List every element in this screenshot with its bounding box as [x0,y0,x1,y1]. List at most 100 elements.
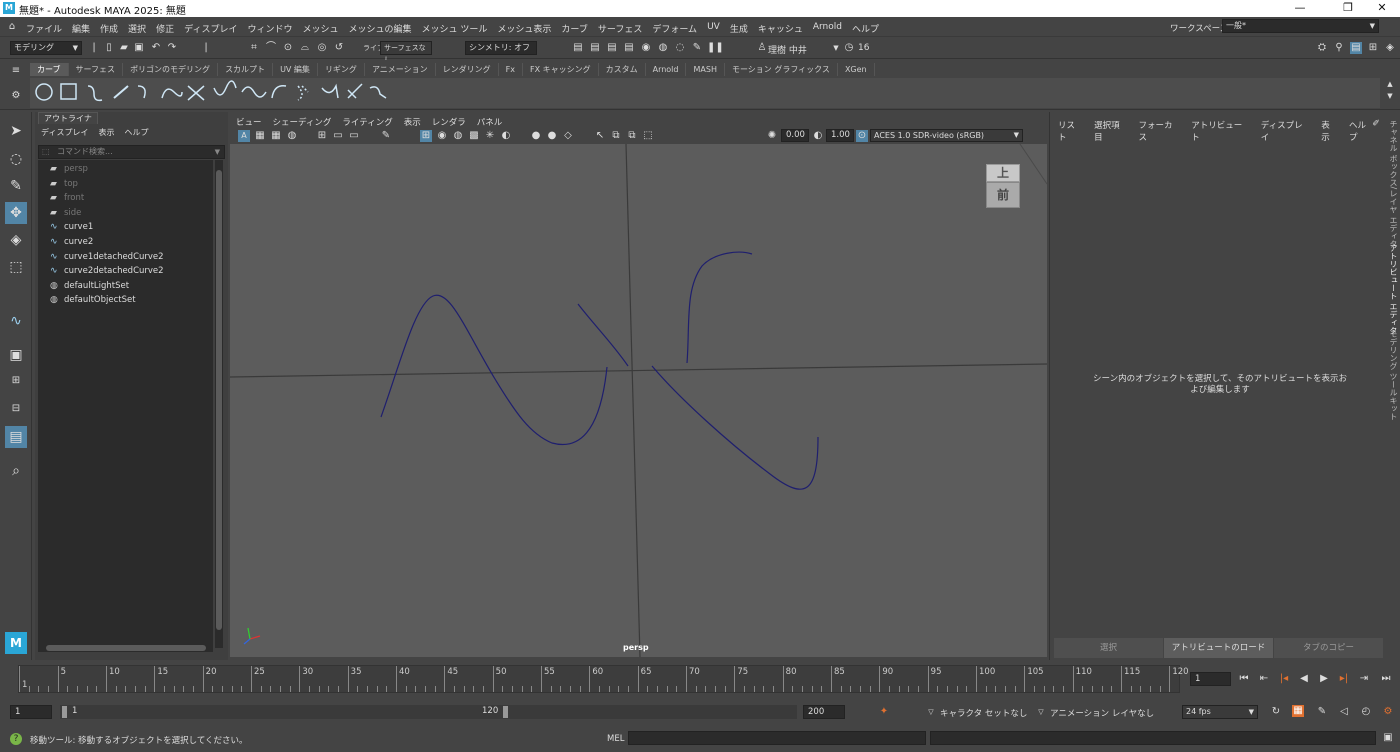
snap-surface-icon[interactable]: ◎ [316,42,328,54]
animation-end-field[interactable]: 200 [803,705,845,719]
lights-icon[interactable]: ✳ [484,130,496,142]
menu-item-17[interactable]: Arnold [813,22,842,35]
bookmarks-icon[interactable]: ▦ [270,130,282,142]
grid-icon[interactable]: ⊞ [316,130,328,142]
chevron-down-icon[interactable]: ▽ [925,706,937,718]
isolate-select-icon[interactable]: ✎ [380,130,392,142]
step-forward-frame-icon[interactable]: ▸| [1338,673,1350,685]
menu-item-0[interactable]: ファイル [26,22,62,35]
auto-key-icon[interactable]: ✦ [878,706,890,718]
tab-shelf-5[interactable]: リギング [318,63,365,76]
attribute-menu-item-3[interactable]: アトリビュート [1191,119,1249,143]
arnold-ipr-icon[interactable]: ◌ [674,42,686,54]
range-handle-start[interactable] [62,706,67,718]
playback-speed-icon[interactable]: ◴ [1360,706,1372,718]
play-backward-icon[interactable]: ◀ [1298,673,1310,685]
tab-shelf-8[interactable]: Fx [499,63,523,76]
menu-item-18[interactable]: ヘルプ [852,22,879,35]
undo-icon[interactable]: ↶ [150,42,162,54]
animation-layer[interactable]: アニメーション レイヤなし [1050,707,1154,719]
clock-icon[interactable]: ◷ [843,42,855,54]
attribute-button-2[interactable]: タブのコピー [1274,638,1383,658]
list-item[interactable]: ∿ curve2 [50,237,93,247]
lasso-tool-icon[interactable]: ◌ [5,148,27,170]
workspace-dropdown[interactable]: 一般* ▼ [1222,19,1379,33]
snap-live-icon[interactable]: ↺ [333,42,345,54]
outliner-layout-icon[interactable]: ▤ [5,426,27,448]
range-handle-end[interactable] [503,706,508,718]
wireframe-icon[interactable]: ⊞ [420,130,432,142]
tab-channel-box[interactable]: チャネル ボックス/レイヤ エディタ [1387,120,1399,248]
chevron-down-icon[interactable]: ▼ [830,42,842,54]
attribute-button-0[interactable]: 選択 [1054,638,1163,658]
menu-item-5[interactable]: ディスプレイ [184,22,237,35]
tab-shelf-7[interactable]: レンダリング [436,63,499,76]
paint-select-icon[interactable]: ✎ [5,175,27,197]
outliner-menu-item-2[interactable]: ヘルプ [124,127,148,138]
gamma-field[interactable]: 1.00 [826,129,854,142]
pause-icon[interactable]: ❚❚ [707,42,724,54]
script-language[interactable]: MEL [607,734,624,744]
animation-preferences-icon[interactable]: ⚙ [1382,706,1394,718]
xray-components-icon[interactable]: ⧉ [626,130,638,142]
step-back-frame-icon[interactable]: |◂ [1278,673,1290,685]
viewport-menu-item-4[interactable]: レンダラ [432,116,466,128]
list-item[interactable]: ∿ curve1detachedCurve2 [50,252,164,262]
list-item[interactable]: ∿ curve1 [50,222,93,232]
layer-editor-icon[interactable]: ◈ [1384,42,1396,54]
go-to-end-icon[interactable]: ⏭ [1380,673,1392,685]
tab-shelf-10[interactable]: カスタム [599,63,646,76]
tab-shelf-14[interactable]: XGen [838,63,875,76]
outliner-vertical-scrollbar[interactable] [215,160,223,648]
character-set[interactable]: キャラクタ セットなし [940,707,1027,719]
render-view-icon[interactable]: ▤ [572,42,584,54]
ambient-occlusion-icon[interactable]: ● [530,130,542,142]
menu-item-3[interactable]: 選択 [128,22,146,35]
open-scene-icon[interactable]: ▰ [118,42,130,54]
menu-set-dropdown[interactable]: モデリング ▼ [10,41,82,55]
loop-icon[interactable]: ↻ [1270,706,1282,718]
menu-item-11[interactable]: カーブ [561,22,587,35]
viewport-menu-item-2[interactable]: ライティング [342,116,392,128]
move-tool-icon[interactable]: ✥ [5,202,27,224]
two-view-icon[interactable]: ⊟ [5,398,27,420]
range-slider-track[interactable]: 1 120 [60,705,797,719]
gamma-icon[interactable]: ◐ [812,130,824,142]
anti-aliasing-icon[interactable]: ◇ [562,130,574,142]
user-name[interactable]: 理樹 中井 [768,43,807,56]
single-view-icon[interactable]: ▣ [5,344,27,366]
list-item[interactable]: ◍ defaultObjectSet [50,295,136,305]
arnold-edit-icon[interactable]: ✎ [691,42,703,54]
snap-point-icon[interactable]: ⊙ [282,42,294,54]
four-view-icon[interactable]: ⊞ [5,370,27,392]
frame-all-icon[interactable]: ⬚ [642,130,654,142]
menu-item-12[interactable]: サーフェス [598,22,642,35]
fps-dropdown[interactable]: 24 fps ▼ [1182,705,1258,719]
arnold-render-icon[interactable]: ◍ [657,42,669,54]
list-item[interactable]: ▰ top [50,179,78,189]
tab-shelf-6[interactable]: アニメーション [365,63,436,76]
command-input[interactable] [628,731,926,745]
smooth-shade-icon[interactable]: ◉ [436,130,448,142]
attribute-menu-item-1[interactable]: 選択項目 [1094,119,1127,143]
render-frame-icon[interactable]: ▤ [589,42,601,54]
view-cube-top[interactable]: 上 [986,164,1020,182]
tab-shelf-1[interactable]: サーフェス [69,63,124,76]
tab-shelf-13[interactable]: モーション グラフィックス [725,63,838,76]
rotate-tool-icon[interactable]: ◈ [5,229,27,251]
tab-attribute-editor[interactable]: アトリビュート エディタ [1387,244,1399,335]
menu-item-16[interactable]: キャッシュ [758,22,803,35]
menu-item-6[interactable]: ウィンドウ [247,22,292,35]
outliner-search-input[interactable]: コマンド検索... ▼ ⬚ [38,145,225,159]
play-forward-icon[interactable]: ▶ [1318,673,1330,685]
settings-icon[interactable]: ✎ [1316,706,1328,718]
textured-icon[interactable]: ▩ [468,130,480,142]
list-item[interactable]: ▰ side [50,208,81,218]
tab-modeling-toolkit[interactable]: モデリング ツールキット [1387,330,1399,421]
menu-item-8[interactable]: メッシュの編集 [348,22,411,35]
step-forward-key-icon[interactable]: ⇥ [1358,673,1370,685]
save-scene-icon[interactable]: ▣ [133,42,145,54]
shelf-scroll-down-icon[interactable]: ▼ [1384,90,1396,102]
chevron-down-icon[interactable]: ▼ [215,146,220,158]
modeling-toolkit-icon[interactable]: ⛭ [1316,42,1328,54]
